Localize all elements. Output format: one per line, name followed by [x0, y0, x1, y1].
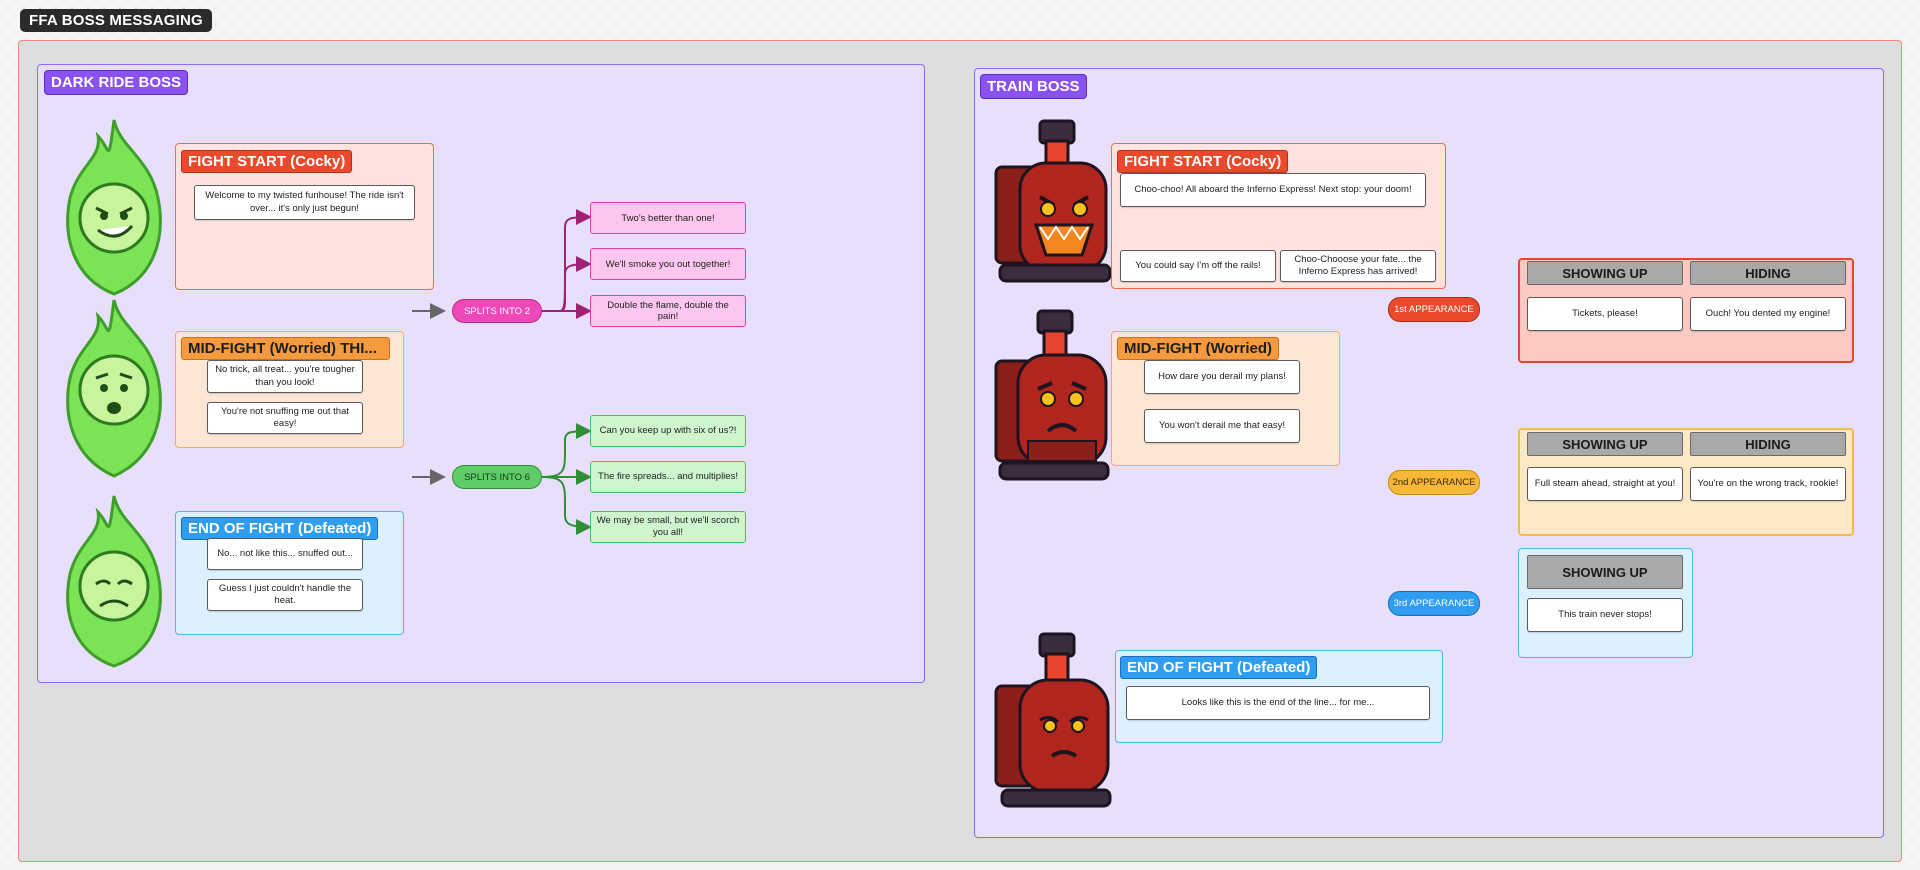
dark-ride-mid-fight-label[interactable]: MID-FIGHT (Worried) THI... — [181, 337, 390, 360]
train-boss-cocky-icon — [994, 119, 1112, 283]
train-boss-defeated-icon — [994, 632, 1112, 808]
split6-line-1[interactable]: Can you keep up with six of us?! — [590, 415, 746, 447]
train-mid-fight-label[interactable]: MID-FIGHT (Worried) — [1117, 337, 1280, 360]
split2-line-3[interactable]: Double the flame, double the pain! — [590, 295, 746, 327]
train-end-fight-line-1[interactable]: Looks like this is the end of the line..… — [1126, 686, 1430, 720]
second-appearance-showing-header[interactable]: SHOWING UP — [1527, 432, 1683, 456]
train-fight-start-line-2[interactable]: You could say I'm off the rails! — [1120, 250, 1276, 282]
split6-line-2[interactable]: The fire spreads... and multiplies! — [590, 461, 746, 493]
train-end-fight-label[interactable]: END OF FIGHT (Defeated) — [1120, 656, 1318, 679]
second-appearance-hiding-line[interactable]: You're on the wrong track, rookie! — [1690, 467, 1846, 501]
first-appearance-showing-header[interactable]: SHOWING UP — [1527, 261, 1683, 285]
first-appearance-hiding-line[interactable]: Ouch! You dented my engine! — [1690, 297, 1846, 331]
dark-ride-end-fight-label[interactable]: END OF FIGHT (Defeated) — [181, 517, 379, 540]
flame-boss-defeated-icon — [66, 495, 162, 668]
dark-ride-end-fight-line-2[interactable]: Guess I just couldn't handle the heat. — [207, 579, 363, 611]
dark-ride-end-fight-line-1[interactable]: No... not like this... snuffed out... — [207, 538, 363, 570]
train-fight-start-line-3[interactable]: Choo-Chooose your fate... the Inferno Ex… — [1280, 250, 1436, 282]
first-appearance-hiding-header[interactable]: HIDING — [1690, 261, 1846, 285]
split-into-2-pill[interactable]: SPLITS INTO 2 — [452, 299, 542, 323]
dark-ride-fight-start-line-1[interactable]: Welcome to my twisted funhouse! The ride… — [194, 185, 415, 220]
second-appearance-showing-line[interactable]: Full steam ahead, straight at you! — [1527, 467, 1683, 501]
split2-line-2[interactable]: We'll smoke you out together! — [590, 248, 746, 280]
train-fight-start-line-1[interactable]: Choo-choo! All aboard the Inferno Expres… — [1120, 173, 1426, 207]
dark-ride-section[interactable] — [37, 64, 925, 683]
dark-ride-mid-fight-line-2[interactable]: You're not snuffing me out that easy! — [207, 402, 363, 434]
train-title[interactable]: TRAIN BOSS — [980, 74, 1087, 99]
third-appearance-showing-line[interactable]: This train never stops! — [1527, 598, 1683, 632]
dark-ride-mid-fight-line-1[interactable]: No trick, all treat... you're tougher th… — [207, 360, 363, 393]
first-appearance-showing-line[interactable]: Tickets, please! — [1527, 297, 1683, 331]
flame-boss-cocky-icon — [66, 119, 162, 296]
split2-line-1[interactable]: Two's better than one! — [590, 202, 746, 234]
third-appearance-pill[interactable]: 3rd APPEARANCE — [1388, 591, 1480, 616]
train-mid-fight-line-2[interactable]: You won't derail me that easy! — [1144, 409, 1300, 443]
second-appearance-hiding-header[interactable]: HIDING — [1690, 432, 1846, 456]
board-title[interactable]: FFA BOSS MESSAGING — [20, 9, 212, 32]
dark-ride-title[interactable]: DARK RIDE BOSS — [44, 70, 189, 95]
dark-ride-fight-start-label[interactable]: FIGHT START (Cocky) — [181, 150, 353, 173]
split6-line-3[interactable]: We may be small, but we'll scorch you al… — [590, 511, 746, 543]
first-appearance-pill[interactable]: 1st APPEARANCE — [1388, 297, 1480, 322]
split-into-6-pill[interactable]: SPLITS INTO 6 — [452, 465, 542, 489]
second-appearance-pill[interactable]: 2nd APPEARANCE — [1388, 470, 1480, 495]
flame-boss-worried-icon — [66, 299, 162, 478]
train-boss-worried-icon — [994, 309, 1110, 481]
third-appearance-showing-header[interactable]: SHOWING UP — [1527, 555, 1683, 589]
train-mid-fight-line-1[interactable]: How dare you derail my plans! — [1144, 360, 1300, 394]
train-fight-start-label[interactable]: FIGHT START (Cocky) — [1117, 150, 1289, 173]
